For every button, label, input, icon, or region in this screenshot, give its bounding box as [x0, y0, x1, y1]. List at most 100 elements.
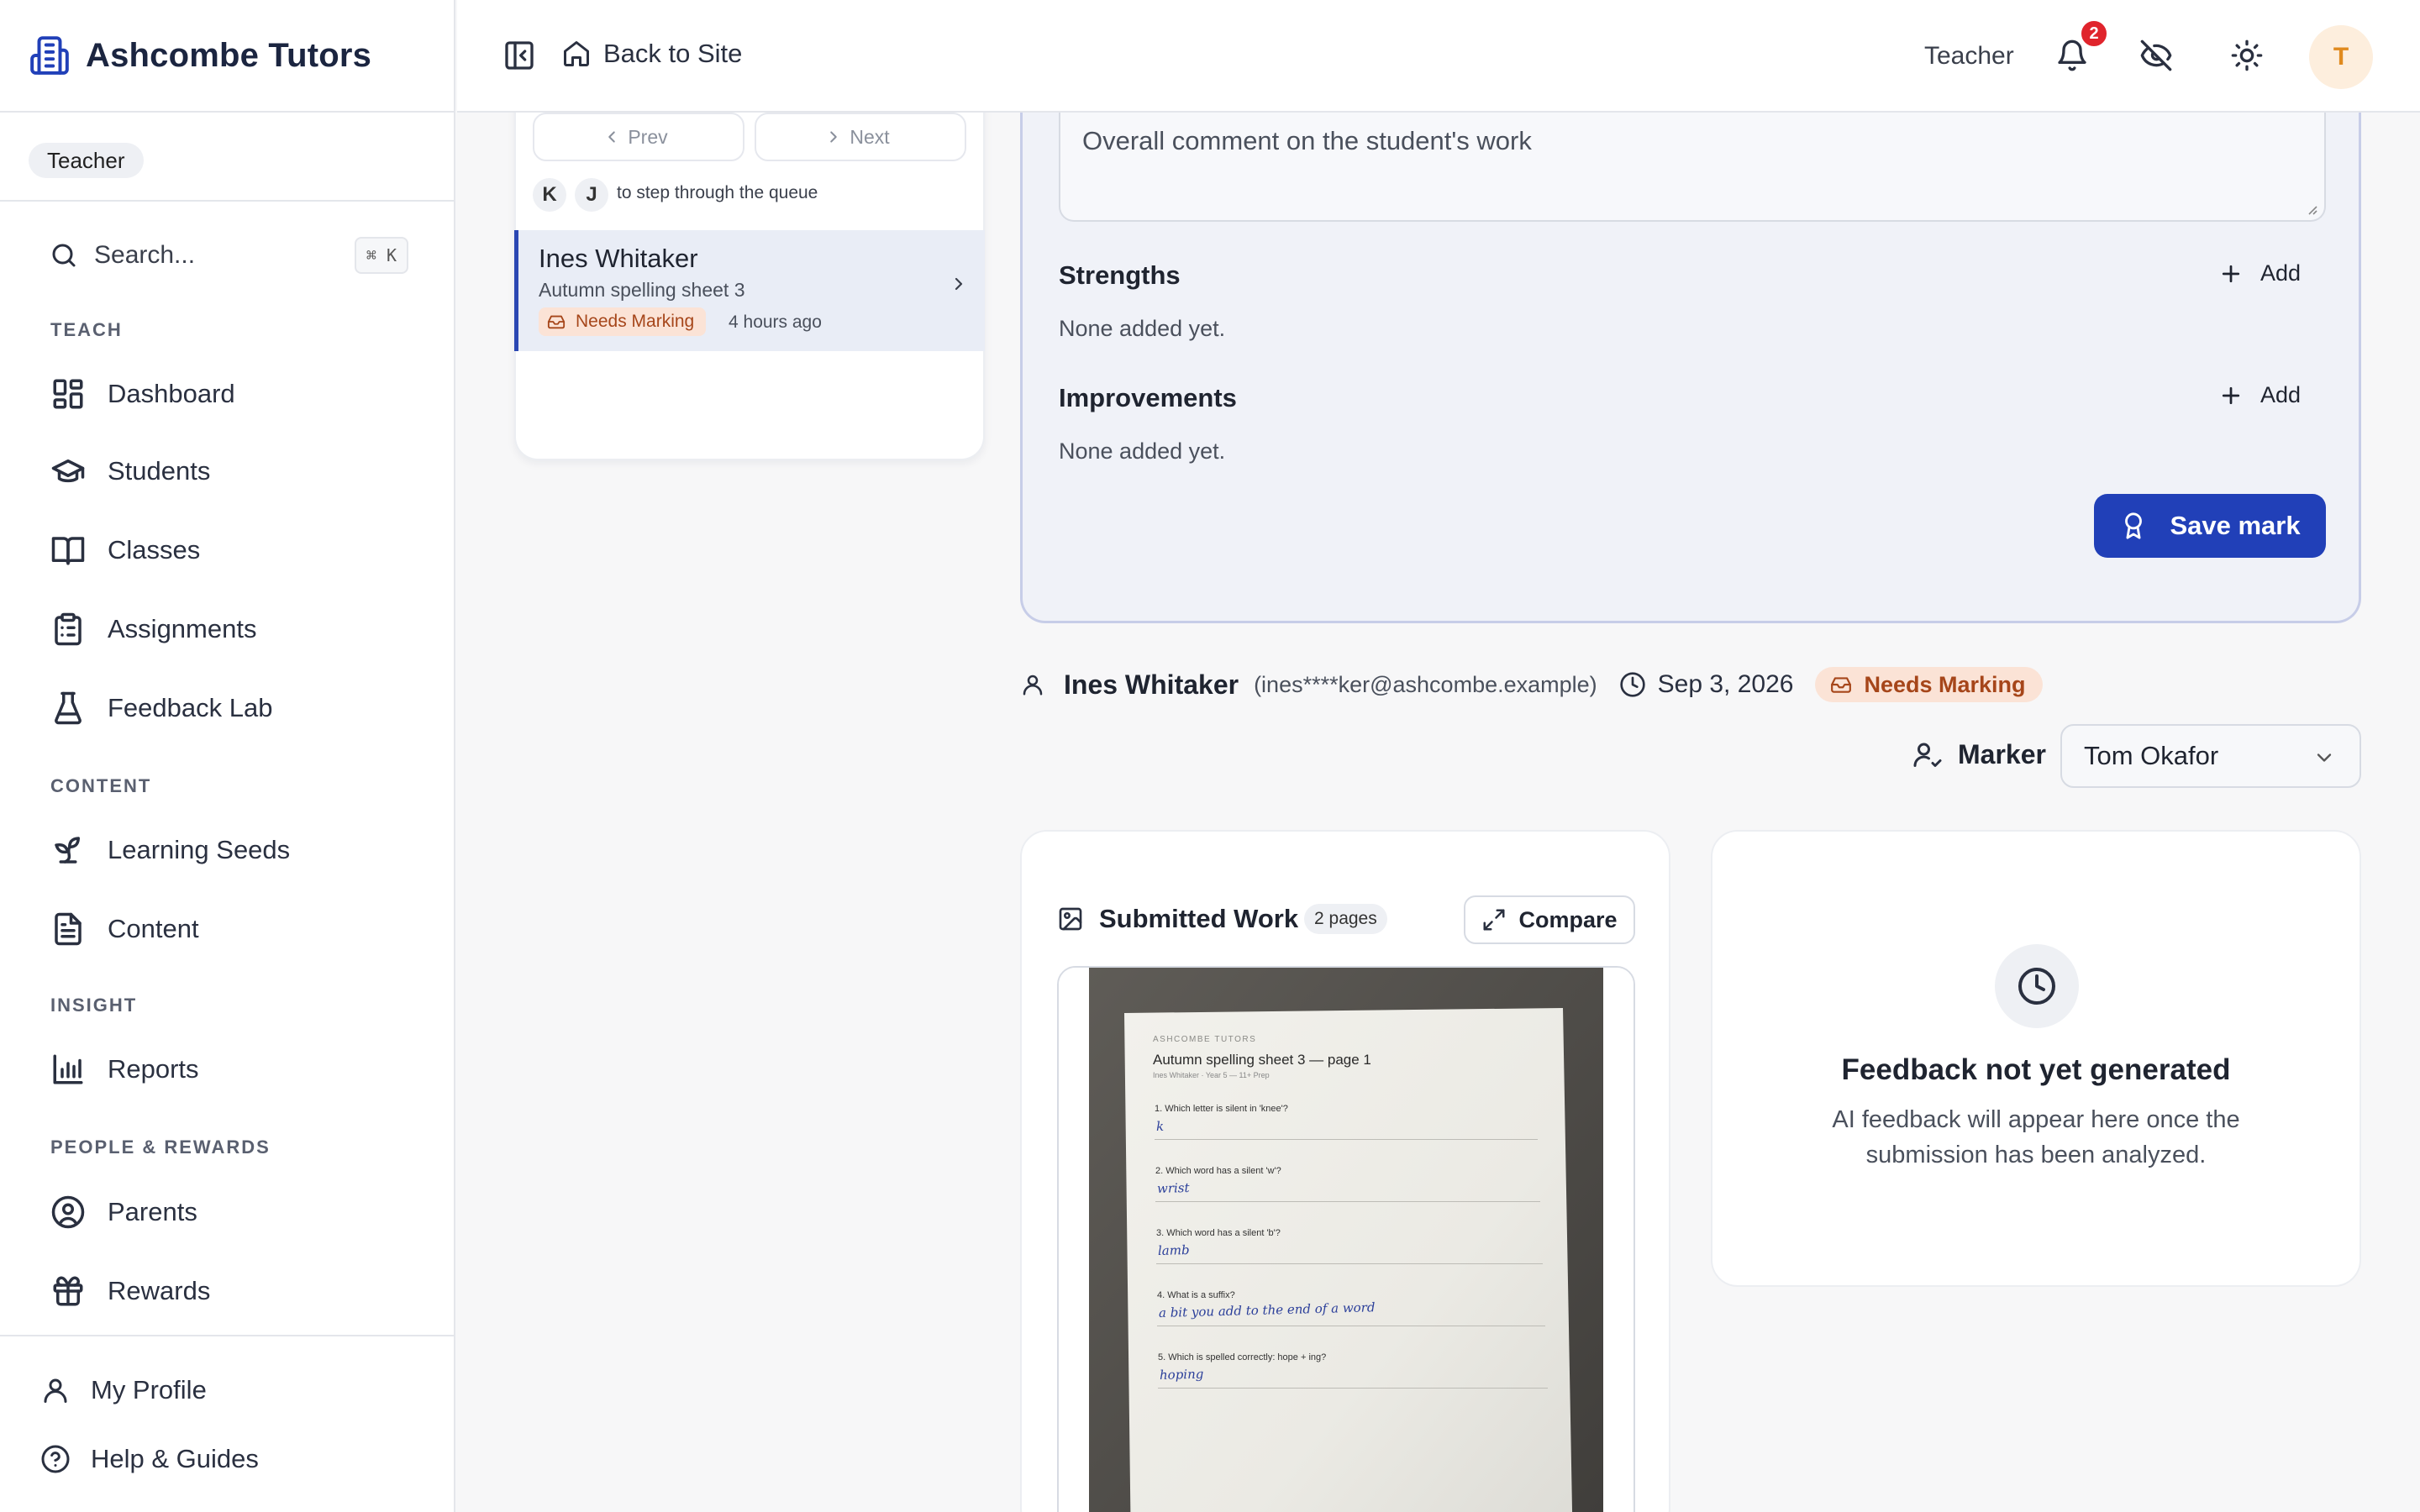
divider — [0, 1335, 455, 1336]
notification-count-badge: 2 — [2079, 18, 2109, 49]
sidebar-item-dashboard[interactable]: Dashboard — [50, 370, 420, 417]
strengths-empty: None added yet. — [1059, 316, 1226, 341]
sidebar-item-reports[interactable]: Reports — [50, 1046, 420, 1093]
prev-button[interactable]: Prev — [533, 113, 744, 161]
next-label: Next — [850, 125, 890, 148]
save-mark-button[interactable]: Save mark — [2094, 494, 2326, 558]
avatar[interactable]: T — [2309, 25, 2373, 89]
my-profile-link[interactable]: My Profile — [40, 1368, 410, 1413]
next-button[interactable]: Next — [755, 113, 966, 161]
worksheet-answer: a bit you add to the end of a word — [1158, 1299, 1376, 1320]
file-text-icon — [50, 911, 86, 947]
worksheet-question: 3. Which word has a silent 'b'? — [1156, 1228, 1281, 1238]
award-icon — [2119, 512, 2148, 540]
queue-time: 4 hours ago — [729, 312, 822, 332]
submission-date: Sep 3, 2026 — [1657, 670, 1794, 698]
section-people: PEOPLE & REWARDS — [50, 1137, 271, 1158]
eye-off-icon[interactable] — [2139, 39, 2173, 72]
toggle-sidebar-icon[interactable] — [502, 39, 536, 72]
help-guides-link[interactable]: Help & Guides — [40, 1436, 410, 1482]
marker-label: Marker — [1958, 738, 2046, 769]
worksheet-question: 1. Which letter is silent in 'knee'? — [1155, 1104, 1288, 1114]
sidebar-item-learning-seeds[interactable]: Learning Seeds — [50, 827, 420, 874]
add-label: Add — [2260, 260, 2302, 286]
status-badge: Needs Marking — [1815, 667, 2043, 702]
shortcut-key-j: J — [575, 178, 608, 212]
brand-name: Ashcombe Tutors — [86, 36, 372, 74]
sidebar-item-assignments[interactable]: Assignments — [50, 606, 420, 653]
sidebar: Ashcombe Tutors Teacher Search... ⌘ K TE… — [0, 0, 455, 1512]
sidebar-item-feedback-lab[interactable]: Feedback Lab — [50, 685, 420, 732]
sidebar-item-students[interactable]: Students — [50, 448, 420, 495]
sprout-icon — [50, 832, 86, 868]
back-to-site-button[interactable]: Back to Site — [561, 39, 742, 69]
sidebar-item-rewards[interactable]: Rewards — [50, 1268, 420, 1315]
worksheet-answer: hoping — [1159, 1366, 1204, 1383]
sidebar-item-label: Learning Seeds — [108, 835, 291, 864]
compare-button[interactable]: Compare — [1464, 895, 1635, 944]
prev-label: Prev — [628, 125, 668, 148]
add-label: Add — [2260, 382, 2302, 407]
submission-meta: Ines Whitaker (ines****ker@ashcombe.exam… — [1020, 665, 2043, 704]
dashboard-icon — [50, 376, 86, 412]
chevron-right-icon — [949, 274, 969, 294]
feedback-title: Feedback not yet generated — [1841, 1053, 2231, 1086]
feedback-description: AI feedback will appear here once the su… — [1832, 1106, 2240, 1168]
worksheet-answer-line — [1155, 1201, 1540, 1202]
marker-value: Tom Okafor — [2084, 741, 2219, 770]
shortcut-key-k: K — [533, 178, 566, 212]
sidebar-item-label: Students — [108, 456, 211, 486]
comment-placeholder: Overall comment on the student's work — [1082, 126, 1532, 155]
improvements-label: Improvements — [1059, 383, 1237, 412]
add-strength-button[interactable]: Add — [2218, 260, 2301, 286]
inbox-icon — [1830, 674, 1852, 696]
add-improvement-button[interactable]: Add — [2218, 382, 2301, 408]
flask-icon — [50, 690, 86, 726]
expand-icon — [1481, 907, 1507, 932]
sidebar-item-content[interactable]: Content — [50, 906, 420, 953]
queue-item[interactable]: Ines Whitaker Autumn spelling sheet 3 Ne… — [514, 230, 985, 351]
plus-icon — [2218, 261, 2244, 286]
sidebar-item-label: Content — [108, 914, 199, 943]
worksheet-text: ASHCOMBE TUTORS Autumn spelling sheet 3 … — [1059, 968, 1634, 1512]
submitted-work-photo[interactable]: ASHCOMBE TUTORS Autumn spelling sheet 3 … — [1057, 966, 1635, 1512]
section-insight: INSIGHT — [50, 995, 138, 1016]
top-bar: Back to Site Teacher — [457, 0, 2420, 113]
sidebar-item-label: Classes — [108, 535, 201, 564]
plus-icon — [2218, 383, 2244, 408]
sidebar-item-classes[interactable]: Classes — [50, 527, 420, 574]
worksheet-answer-line — [1155, 1139, 1538, 1140]
strengths-label: Strengths — [1059, 260, 1181, 290]
queue-student-name: Ines Whitaker — [539, 244, 698, 273]
gift-icon — [50, 1273, 86, 1309]
submitted-work-title: Submitted Work — [1099, 904, 1299, 933]
worksheet-title: Autumn spelling sheet 3 — page 1 — [1153, 1052, 1371, 1068]
resize-handle-icon[interactable] — [2304, 202, 2317, 215]
worksheet-answer: k — [1155, 1118, 1165, 1134]
status-label: Needs Marking — [1864, 671, 2026, 697]
overall-comment-textarea[interactable]: Overall comment on the student's work — [1059, 113, 2326, 222]
chevron-left-icon — [602, 128, 621, 146]
search-input[interactable]: Search... ⌘ K — [49, 234, 408, 277]
book-open-icon — [50, 533, 86, 568]
search-shortcut: ⌘ K — [354, 237, 408, 274]
inbox-icon — [547, 312, 566, 331]
section-content: CONTENT — [50, 775, 152, 796]
page-count-badge: 2 pages — [1304, 904, 1387, 934]
clipboard-list-icon — [50, 612, 86, 647]
chevron-down-icon — [2312, 746, 2336, 769]
help-circle-icon — [40, 1444, 71, 1474]
worksheet-answer-line — [1158, 1388, 1548, 1389]
brand[interactable]: Ashcombe Tutors — [0, 0, 455, 113]
worksheet-answer: wrist — [1156, 1179, 1190, 1196]
worksheet-answer-line — [1156, 1263, 1543, 1264]
status-label: Needs Marking — [576, 312, 695, 331]
sidebar-item-parents[interactable]: Parents — [50, 1189, 420, 1236]
sidebar-item-label: Dashboard — [108, 379, 235, 408]
marker-select[interactable]: Tom Okafor — [2060, 724, 2361, 788]
status-badge: Needs Marking — [539, 307, 707, 336]
section-teach: TEACH — [50, 319, 123, 340]
my-profile-label: My Profile — [91, 1375, 207, 1404]
sun-icon[interactable] — [2230, 39, 2264, 72]
worksheet-question: 5. Which is spelled correctly: hope + in… — [1158, 1352, 1327, 1362]
